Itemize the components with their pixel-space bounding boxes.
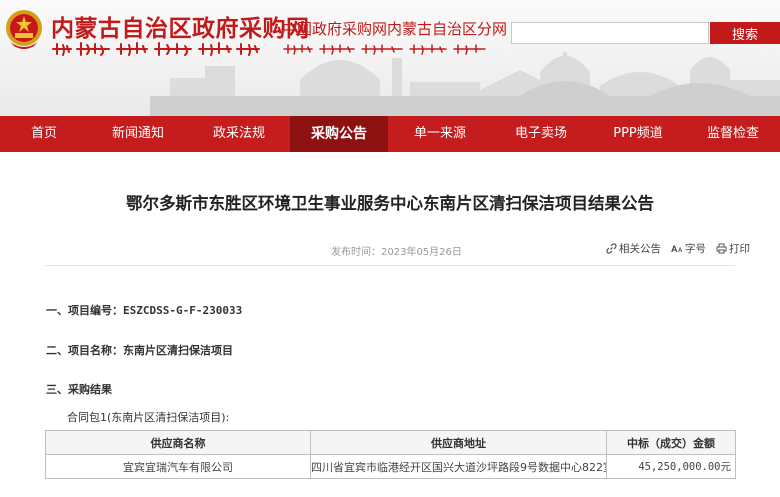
related-notices-link[interactable]: 相关公告 — [606, 241, 661, 256]
font-size-icon: A A — [671, 244, 683, 254]
winning-amount-cell: 45,250,000.00元 — [606, 454, 736, 479]
section-label: 一、项目编号： — [46, 304, 123, 317]
contract-package-line: 合同包1(东南片区清扫保洁项目): — [67, 411, 230, 424]
project-name-value: 东南片区清扫保洁项目 — [123, 344, 233, 357]
nav-item-single-source[interactable]: 单一来源 — [388, 116, 492, 152]
related-notices-label: 相关公告 — [619, 243, 661, 255]
main-nav: 首页 新闻通知 政采法规 采购公告 单一来源 电子卖场 PPP频道 监督检查 — [0, 116, 780, 152]
print-button[interactable]: 打印 — [716, 241, 750, 256]
link-icon — [606, 243, 617, 254]
site-title[interactable]: 内蒙古自治区政府采购网 — [51, 9, 310, 43]
national-emblem-icon — [6, 10, 42, 49]
section-procurement-result: 三、采购结果 — [46, 381, 112, 397]
mongolian-script-logo — [52, 42, 260, 56]
font-size-button[interactable]: A A 字号 — [671, 241, 706, 256]
nav-item-regulations[interactable]: 政采法规 — [188, 116, 290, 152]
project-number-value: ESZCDSS-G-F-230033 — [123, 304, 243, 317]
site-subtitle: 中国政府采购网内蒙古自治区分网 — [282, 20, 508, 38]
table-header-row: 供应商名称 供应商地址 中标（成交）金额 — [45, 430, 736, 455]
mongolian-script-subtitle — [283, 44, 486, 55]
column-header-supplier-address: 供应商地址 — [310, 430, 607, 455]
divider — [45, 265, 735, 266]
nav-item-e-mall[interactable]: 电子卖场 — [492, 116, 590, 152]
search-button[interactable]: 搜索 — [710, 22, 780, 44]
search-input[interactable] — [511, 22, 709, 44]
article-title: 鄂尔多斯市东胜区环境卫生事业服务中心东南片区清扫保洁项目结果公告 — [126, 194, 654, 213]
supplier-address-cell: 四川省宜宾市临港经开区国兴大道沙坪路段9号数据中心822室 — [310, 454, 607, 479]
column-header-winning-amount: 中标（成交）金额 — [606, 430, 736, 455]
print-icon — [716, 243, 727, 254]
table-row: 宜宾宜瑞汽车有限公司 四川省宜宾市临港经开区国兴大道沙坪路段9号数据中心822室… — [45, 454, 736, 479]
site-header: 内蒙古自治区政府采购网 中国政府采购网内蒙古自治区分网 搜索 — [0, 0, 780, 116]
article-tools: 相关公告 A A 字号 打印 — [606, 241, 750, 256]
font-size-label: 字号 — [685, 243, 706, 255]
print-label: 打印 — [729, 243, 750, 255]
nav-item-home[interactable]: 首页 — [0, 116, 88, 152]
nav-item-procurement-notice[interactable]: 采购公告 — [290, 116, 388, 152]
section-label: 二、项目名称： — [46, 344, 123, 357]
svg-text:A: A — [671, 244, 678, 254]
nav-item-ppp[interactable]: PPP频道 — [590, 116, 686, 152]
nav-item-news[interactable]: 新闻通知 — [88, 116, 188, 152]
column-header-supplier-name: 供应商名称 — [45, 430, 311, 455]
section-project-number: 一、项目编号：ESZCDSS-G-F-230033 — [46, 302, 242, 318]
svg-text:A: A — [678, 248, 683, 254]
section-project-name: 二、项目名称：东南片区清扫保洁项目 — [46, 342, 233, 358]
publish-time: 发布时间：2023年05月26日 — [331, 247, 462, 258]
nav-item-supervision[interactable]: 监督检查 — [686, 116, 780, 152]
section-label: 三、采购结果 — [46, 383, 112, 396]
result-table: 供应商名称 供应商地址 中标（成交）金额 宜宾宜瑞汽车有限公司 四川省宜宾市临港… — [45, 430, 736, 479]
supplier-name-cell: 宜宾宜瑞汽车有限公司 — [45, 454, 311, 479]
